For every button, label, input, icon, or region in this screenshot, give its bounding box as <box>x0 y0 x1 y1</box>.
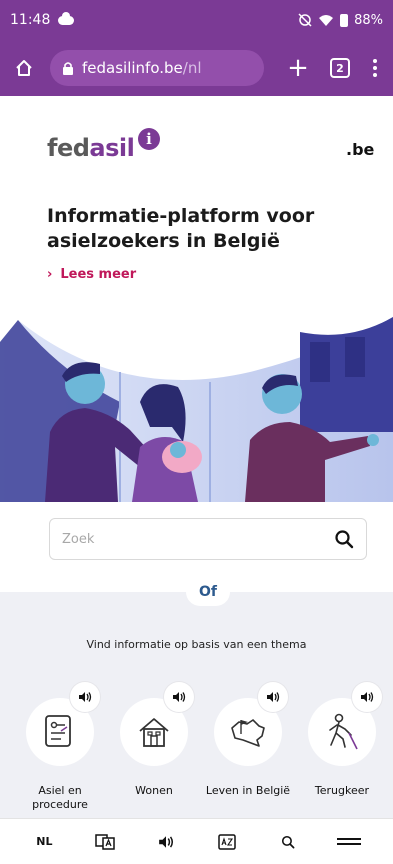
theme-housing[interactable]: Wonen <box>114 682 194 818</box>
status-right: 88% <box>298 13 383 28</box>
info-icon: i <box>138 128 160 150</box>
logo-suffix: asil <box>89 134 135 162</box>
url-path: /nl <box>182 59 202 77</box>
theme-asylum-procedure[interactable]: Asiel en procedure <box>20 682 100 818</box>
status-time: 11:48 <box>10 12 51 28</box>
hero-illustration <box>0 317 393 502</box>
read-aloud-toolbar-button[interactable] <box>146 826 186 858</box>
belgium-map-icon <box>231 719 265 747</box>
search-input[interactable] <box>62 531 334 547</box>
browser-menu-button[interactable] <box>370 59 380 77</box>
speaker-icon <box>173 692 186 702</box>
wifi-icon <box>319 14 334 26</box>
speaker-icon <box>79 692 92 702</box>
home-button[interactable] <box>8 52 40 84</box>
translate-button[interactable] <box>85 826 125 858</box>
read-aloud-button[interactable] <box>70 682 100 712</box>
read-aloud-button[interactable] <box>352 682 382 712</box>
belgium-be-logo[interactable]: .be <box>346 140 374 159</box>
glossary-button[interactable] <box>207 826 247 858</box>
speaker-icon <box>361 692 374 702</box>
themes-heading: Vind informatie op basis van een thema <box>86 638 307 651</box>
menu-button[interactable] <box>329 826 369 858</box>
bottom-toolbar: NL <box>0 818 393 864</box>
theme-label: Leven in België <box>205 784 291 797</box>
url-text: fedasilinfo.be/nl <box>82 59 202 77</box>
language-button[interactable]: NL <box>24 826 64 858</box>
translate-icon <box>95 833 115 850</box>
read-more-link[interactable]: › Lees meer <box>47 267 136 282</box>
read-aloud-button[interactable] <box>258 682 288 712</box>
speaker-icon <box>159 835 174 848</box>
cloud-icon <box>58 11 75 25</box>
read-more-label: Lees meer <box>60 267 137 282</box>
read-aloud-button[interactable] <box>164 682 194 712</box>
dictionary-az-icon <box>218 833 236 850</box>
page-title: Informatie-platform voor asielzoekers in… <box>47 205 315 252</box>
theme-label: Wonen <box>135 784 173 797</box>
site-header: fedasil i .be <box>0 96 393 186</box>
theme-label: Asiel en procedure <box>32 784 88 811</box>
address-bar[interactable]: fedasilinfo.be/nl <box>50 50 264 86</box>
tab-switcher-button[interactable]: 2 <box>330 58 350 78</box>
theme-living-in-belgium[interactable]: Leven in België <box>206 682 290 818</box>
search-toolbar-button[interactable] <box>268 826 308 858</box>
search-icon <box>281 835 295 848</box>
status-bar: 11:48 88% <box>0 0 393 40</box>
house-icon <box>139 718 169 747</box>
or-badge: Of <box>186 578 230 606</box>
logo-prefix: fed <box>47 134 90 162</box>
walking-person-icon <box>329 713 358 750</box>
speaker-icon <box>267 692 280 702</box>
chevron-right-icon: › <box>47 267 53 282</box>
theme-return[interactable]: Terugkeer <box>302 682 382 818</box>
fedasil-logo[interactable]: fedasil <box>47 134 135 162</box>
document-procedure-icon <box>45 715 71 747</box>
lock-icon <box>63 62 73 75</box>
theme-label: Terugkeer <box>314 784 370 797</box>
alarm-off-icon <box>298 13 312 27</box>
hamburger-icon <box>336 838 361 845</box>
search-icon[interactable] <box>334 529 354 549</box>
search-box[interactable] <box>49 518 367 560</box>
battery-icon <box>340 13 349 27</box>
home-icon <box>16 60 32 76</box>
new-tab-button[interactable]: + <box>286 53 310 83</box>
battery-level: 88% <box>354 12 383 28</box>
status-left: 11:48 <box>10 11 75 28</box>
plus-icon: + <box>287 53 309 83</box>
url-host: fedasilinfo.be <box>82 59 183 77</box>
browser-toolbar: fedasilinfo.be/nl + 2 <box>0 40 393 96</box>
